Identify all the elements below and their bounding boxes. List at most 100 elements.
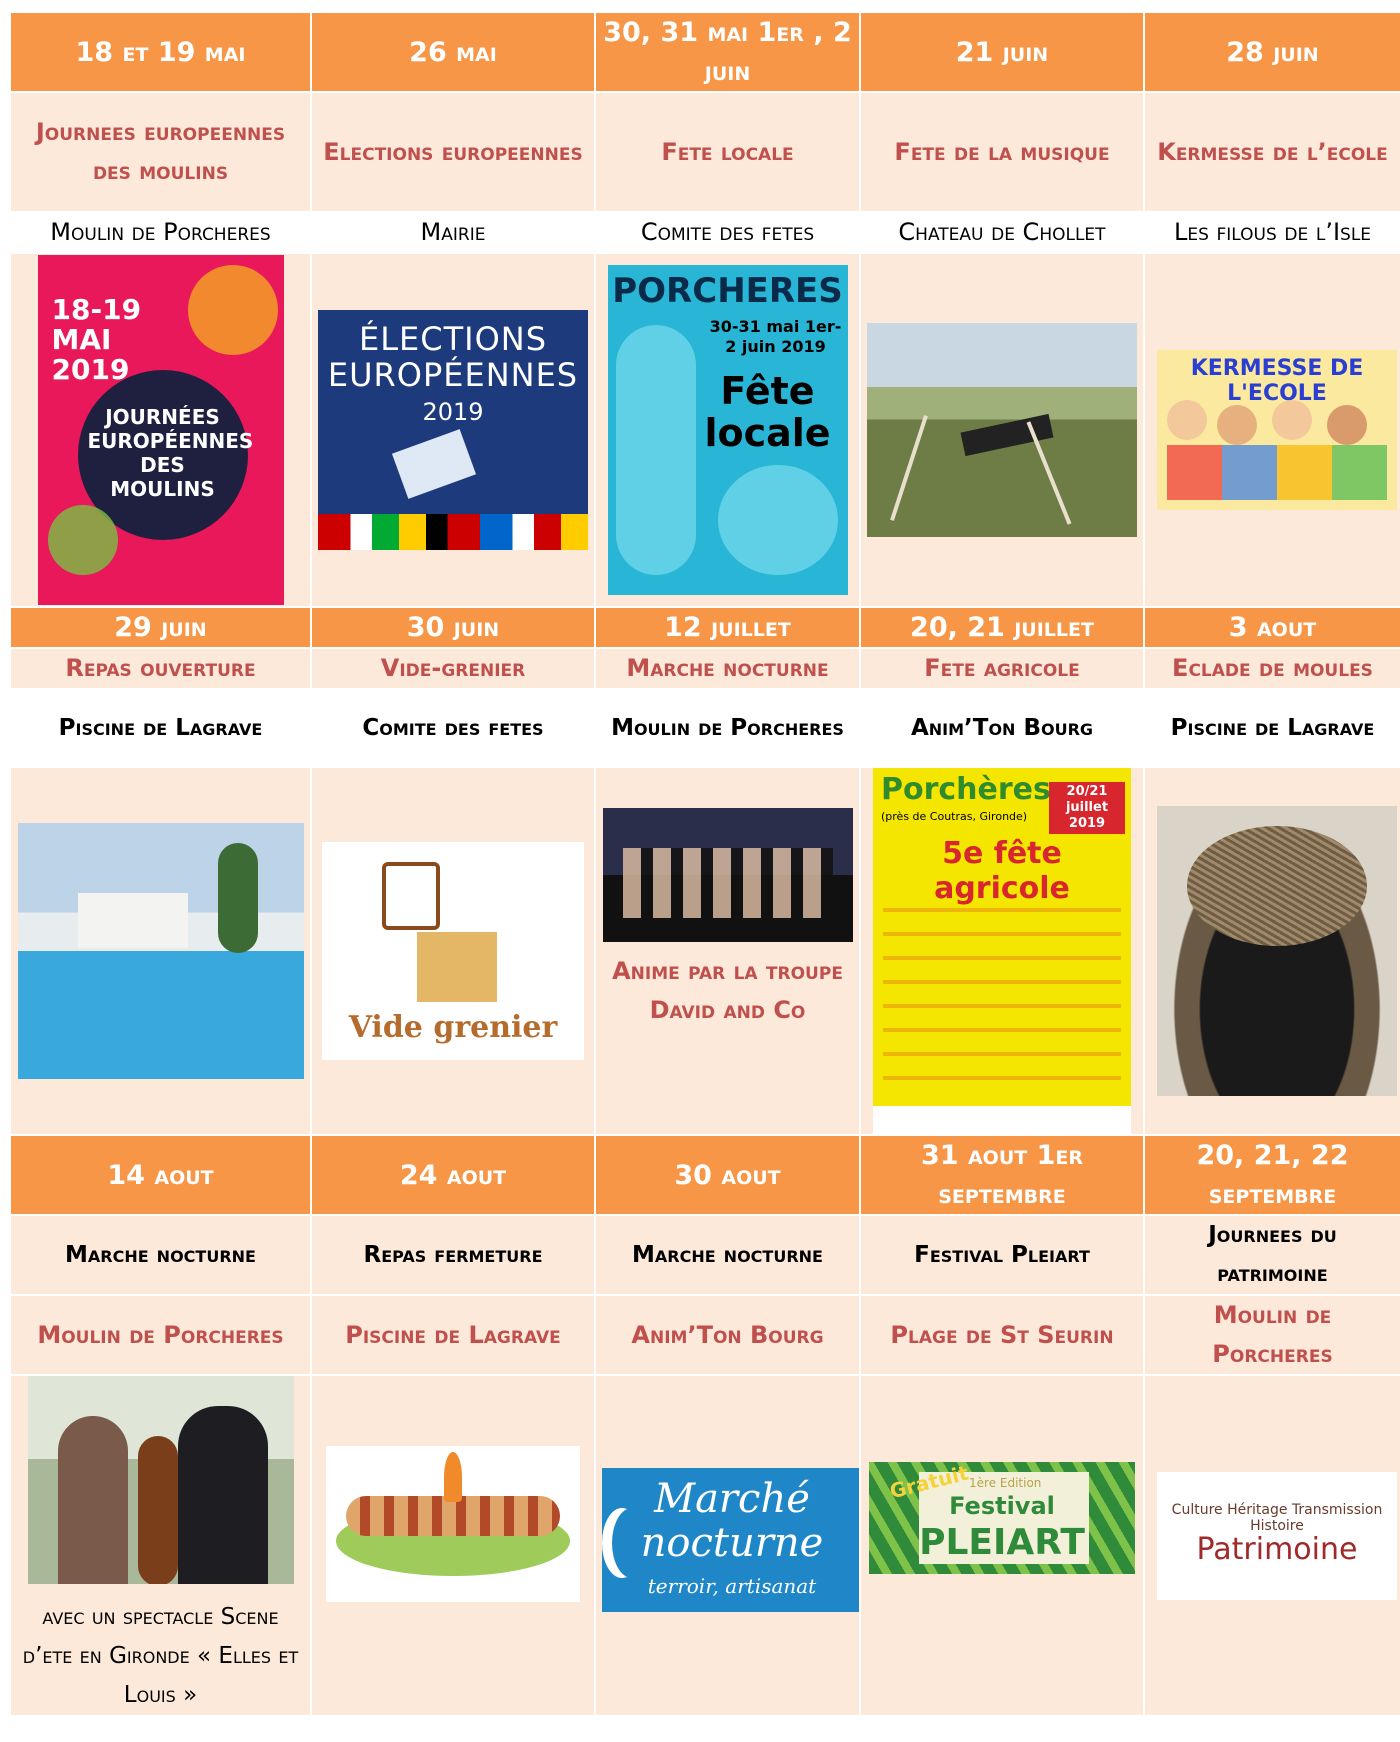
event-row-2: Repas ouverture Vide-grenier Marche noct… [9, 647, 1400, 690]
poster-title: Patrimoine [1196, 1532, 1358, 1567]
event-cell: Journees du patrimoine [1143, 1214, 1400, 1296]
place-cell: Comite des fetes [594, 211, 861, 254]
image-cell [310, 1374, 596, 1717]
event-cell: Elections europeennes [310, 91, 596, 213]
pleiart-poster: Gratuit 1ère Edition Festival PLEIART [869, 1462, 1135, 1574]
elections-poster: ÉLECTIONS EUROPÉENNES 2019 [318, 310, 588, 550]
poster-line1: ÉLECTIONS [358, 320, 548, 358]
event-cell: Festival Pleiart [859, 1214, 1145, 1296]
patrimoine-wordcloud: Culture Héritage Transmission Histoire P… [1157, 1472, 1397, 1600]
event-cell: Fete locale [594, 91, 861, 213]
place-cell: Piscine de Lagrave [310, 1294, 596, 1376]
date-cell: 21 juin [859, 11, 1145, 93]
place-cell: Moulin de Porcheres [9, 211, 312, 254]
image-cell: Gratuit 1ère Edition Festival PLEIART [859, 1374, 1145, 1717]
vide-grenier-poster: Vide grenier [322, 842, 584, 1060]
place-row-1: Moulin de Porcheres Mairie Comite des fe… [9, 211, 1400, 254]
music-field-photo [867, 323, 1137, 537]
fete-locale-poster: PORCHERES 30-31 mai 1er-2 juin 2019 Fête… [607, 265, 848, 595]
place-cell: Les filous de l’Isle [1143, 211, 1400, 254]
poster-dates: 20/21 juillet 2019 [1049, 782, 1125, 834]
date-cell: 12 juillet [594, 606, 861, 649]
date-cell: 24 aout [310, 1134, 596, 1216]
envelope-icon [391, 429, 477, 499]
image-cell: ÉLECTIONS EUROPÉENNES 2019 [310, 252, 596, 608]
moon-icon [612, 1508, 652, 1578]
event-cell: Marche nocturne [594, 647, 861, 690]
events-calendar-table: 18 et 19 mai 26 mai 30, 31 mai 1er , 2 j… [9, 11, 1400, 1717]
image-cell: PORCHERES 30-31 mai 1er-2 juin 2019 Fête… [594, 252, 861, 608]
marche-nocturne-poster: Marché nocturne terroir, artisanat [602, 1468, 858, 1612]
date-cell: 28 juin [1143, 11, 1400, 93]
poster-town: PORCHERES [607, 271, 848, 311]
poster-line2: EUROPÉENNES [327, 356, 579, 394]
image-cell: Culture Héritage Transmission Histoire P… [1143, 1374, 1400, 1717]
image-cell: 18-19 MAI 2019 JOURNÉES EUROPÉENNES DES … [9, 252, 312, 608]
poster-title: JOURNÉES EUROPÉENNES DES MOULINS [87, 405, 254, 501]
kermesse-poster: KERMESSE DE L'ECOLE [1157, 350, 1397, 510]
place-cell: Plage de St Seurin [859, 1294, 1145, 1376]
event-cell: Eclade de moules [1143, 647, 1400, 690]
poster-title: Fête locale [704, 369, 831, 455]
date-row-1: 18 et 19 mai 26 mai 30, 31 mai 1er , 2 j… [9, 11, 1400, 93]
date-cell: 14 aout [9, 1134, 312, 1216]
poster-line3: terroir, artisanat [647, 1574, 817, 1598]
place-row-3: Moulin de Porcheres Piscine de Lagrave A… [9, 1294, 1400, 1376]
place-cell: Moulin de Porcheres [9, 1294, 312, 1376]
event-cell: Marche nocturne [594, 1214, 861, 1296]
place-cell: Moulin de Porcheres [1143, 1294, 1400, 1376]
date-cell: 26 mai [310, 11, 596, 93]
poster-line2: PLEIART [919, 1522, 1085, 1563]
date-cell: 30 juin [310, 606, 596, 649]
image-cell: Vide grenier [310, 766, 596, 1136]
event-cell: Journees europeennes des moulins [9, 91, 312, 213]
image-cell: Porchères (près de Coutras, Gironde) 20/… [859, 766, 1145, 1136]
date-cell: 31 aout 1er septembre [859, 1134, 1145, 1216]
event-cell: Repas ouverture [9, 647, 312, 690]
place-cell: Anim’Ton Bourg [594, 1294, 861, 1376]
event-cell: Repas fermeture [310, 1214, 596, 1296]
place-cell: Comite des fetes [310, 688, 596, 768]
banquet-illustration [326, 1446, 580, 1602]
image-cell: KERMESSE DE L'ECOLE [1143, 252, 1400, 608]
date-cell: 3 aout [1143, 606, 1400, 649]
image-row-2: Vide grenier Anime par la troupe David a… [9, 766, 1400, 1136]
place-cell: Moulin de Porcheres [594, 688, 861, 768]
image-cell [859, 252, 1145, 608]
event-row-1: Journees europeennes des moulins Electio… [9, 91, 1400, 213]
image-row-1: 18-19 MAI 2019 JOURNÉES EUROPÉENNES DES … [9, 252, 1400, 608]
poster-words: Culture Héritage Transmission Histoire [1171, 1502, 1383, 1534]
image-cell: avec un spectacle Scene d’ete en Gironde… [9, 1374, 312, 1717]
event-cell: Fete agricole [859, 647, 1145, 690]
troupe-note: Anime par la troupe David and Co [612, 957, 843, 1024]
event-row-3: Marche nocturne Repas fermeture Marche n… [9, 1214, 1400, 1296]
fete-agricole-poster: Porchères (près de Coutras, Gironde) 20/… [873, 769, 1131, 1133]
image-cell [9, 766, 312, 1136]
place-cell: Piscine de Lagrave [1143, 688, 1400, 768]
image-row-3: avec un spectacle Scene d’ete en Gironde… [9, 1374, 1400, 1717]
place-cell: Anim’Ton Bourg [859, 688, 1145, 768]
poster-year: 2019 [422, 398, 484, 426]
image-cell [1143, 766, 1400, 1136]
date-cell: 20, 21, 22 septembre [1143, 1134, 1400, 1216]
poster-edition: 1ère Edition [969, 1476, 1042, 1490]
place-cell: Piscine de Lagrave [9, 688, 312, 768]
date-cell: 30, 31 mai 1er , 2 juin [594, 11, 861, 93]
poster-dates: 30-31 mai 1er-2 juin 2019 [709, 317, 842, 356]
event-cell: Kermesse de l’ecole [1143, 91, 1400, 213]
mussels-photo [1157, 806, 1397, 1096]
place-cell: Chateau de Chollet [859, 211, 1145, 254]
poster-location: (près de Coutras, Gironde) [881, 810, 1028, 823]
poster-title: Vide grenier [348, 1010, 558, 1045]
event-cell: Fete de la musique [859, 91, 1145, 213]
date-cell: 18 et 19 mai [9, 11, 312, 93]
moulins-poster: 18-19 MAI 2019 JOURNÉES EUROPÉENNES DES … [37, 255, 284, 605]
event-cell: Marche nocturne [9, 1214, 312, 1296]
date-row-2: 29 juin 30 juin 12 juillet 20, 21 juille… [9, 606, 1400, 649]
poster-town: Porchères [881, 772, 1051, 807]
date-cell: 20, 21 juillet [859, 606, 1145, 649]
image-cell: Marché nocturne terroir, artisanat [594, 1374, 861, 1717]
date-cell: 29 juin [9, 606, 312, 649]
date-cell: 30 aout [594, 1134, 861, 1216]
date-row-3: 14 aout 24 aout 30 aout 31 aout 1er sept… [9, 1134, 1400, 1216]
